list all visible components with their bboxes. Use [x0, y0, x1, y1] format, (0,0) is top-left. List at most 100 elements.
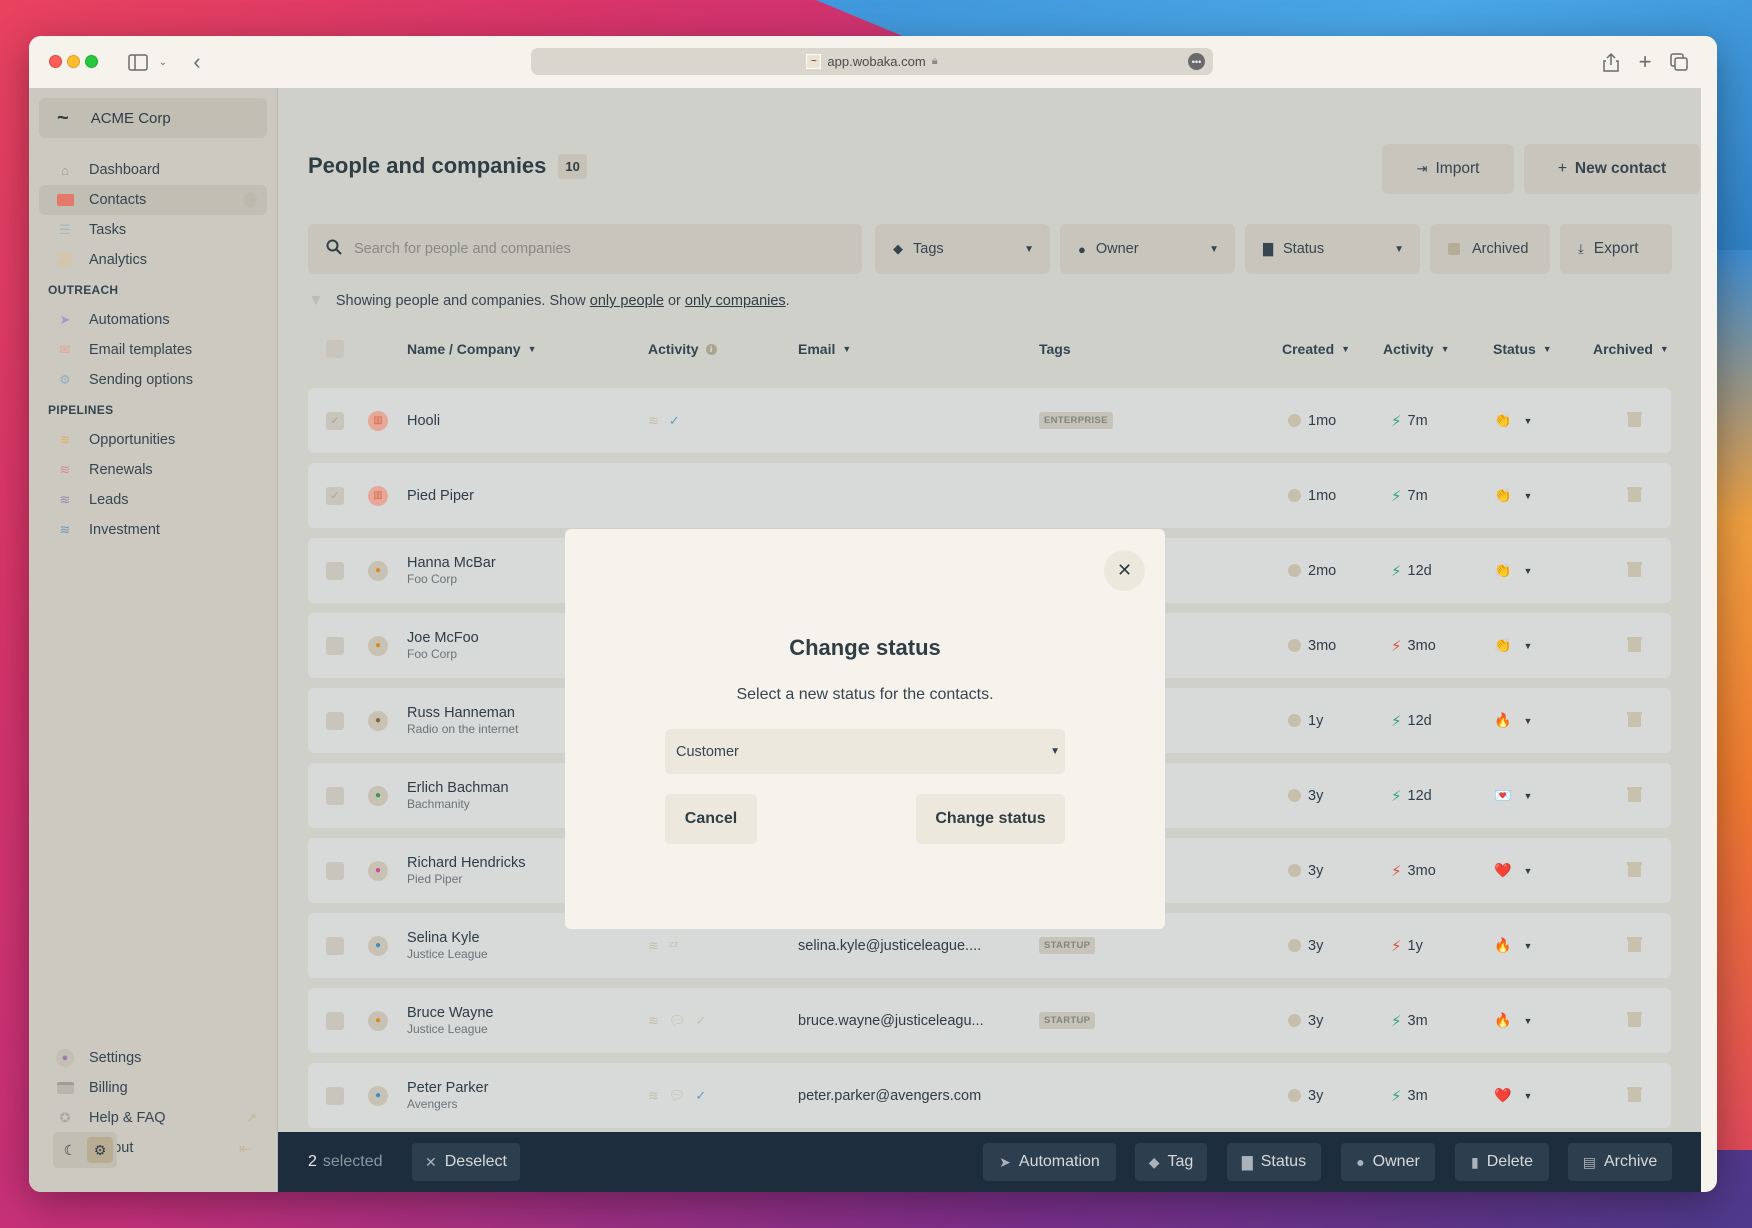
maximize-window-button[interactable]	[85, 55, 98, 68]
minimize-window-button[interactable]	[67, 55, 80, 68]
status-filter[interactable]: ▇ Status ▼	[1245, 224, 1420, 274]
archived-toggle[interactable]: Archived	[1430, 224, 1550, 274]
name-cell[interactable]: Hanna McBar Foo Corp	[407, 538, 496, 603]
archive-icon[interactable]	[1627, 561, 1642, 577]
contact-name[interactable]: Selina Kyle	[407, 930, 488, 946]
row-checkbox[interactable]	[326, 988, 344, 1053]
row-checkbox[interactable]	[326, 613, 344, 678]
unchecked-checkbox[interactable]	[326, 561, 344, 580]
sidebar-item-leads[interactable]: ≋ Leads	[39, 485, 267, 515]
caret-down-icon[interactable]: ▼	[1523, 1016, 1532, 1026]
archive-cell[interactable]	[1627, 388, 1642, 453]
tags-filter[interactable]: ◆ Tags ▼	[875, 224, 1050, 274]
unchecked-checkbox[interactable]	[326, 1086, 344, 1105]
select-all-checkbox[interactable]	[326, 334, 344, 364]
owner-filter[interactable]: ● Owner ▼	[1060, 224, 1235, 274]
sidebar-toggle-icon[interactable]	[127, 50, 149, 74]
archive-cell[interactable]	[1627, 838, 1642, 903]
caret-down-icon[interactable]: ▼	[1523, 716, 1532, 726]
table-row[interactable]: ● Peter Parker Avengers ≋ 💬︎ ✓ peter.parker@av…	[308, 1063, 1671, 1128]
only-people-link[interactable]: only people	[590, 293, 664, 309]
sidebar-item-analytics[interactable]: 📈︎ Analytics	[39, 245, 267, 275]
close-window-button[interactable]	[49, 55, 62, 68]
name-cell[interactable]: Selina Kyle Justice League	[407, 913, 488, 978]
name-cell[interactable]: Joe McFoo Foo Corp	[407, 613, 479, 678]
archived-checkbox[interactable]	[1448, 243, 1460, 255]
share-icon[interactable]	[1601, 50, 1621, 74]
address-bar[interactable]: ~ app.wobaka.com 🔒︎ •••	[531, 48, 1213, 75]
more-icon[interactable]: •••	[1188, 53, 1205, 70]
bulk-automation-button[interactable]: ➤ Automation	[983, 1143, 1116, 1181]
status-cell[interactable]: 💌 ▼	[1494, 763, 1532, 828]
archive-icon[interactable]	[1627, 1086, 1642, 1102]
bulk-owner-button[interactable]: ● Owner	[1341, 1143, 1435, 1181]
unchecked-checkbox[interactable]	[326, 1011, 344, 1030]
contact-name[interactable]: Peter Parker	[407, 1080, 488, 1096]
archive-icon[interactable]	[1627, 786, 1642, 802]
archive-cell[interactable]	[1627, 463, 1642, 528]
row-checkbox[interactable]	[326, 1063, 344, 1128]
close-modal-button[interactable]: ✕	[1104, 550, 1145, 591]
status-cell[interactable]: 👏 ▼	[1494, 538, 1532, 603]
archive-cell[interactable]	[1627, 688, 1642, 753]
contact-name[interactable]: Hanna McBar	[407, 555, 496, 571]
status-cell[interactable]: 👏 ▼	[1494, 613, 1532, 678]
row-checkbox[interactable]	[326, 913, 344, 978]
caret-down-icon[interactable]: ▼	[1523, 491, 1532, 501]
column-last-activity[interactable]: Activity ▼	[1383, 334, 1450, 364]
archive-cell[interactable]	[1627, 1063, 1642, 1128]
contact-name[interactable]: Joe McFoo	[407, 630, 479, 646]
bulk-archive-button[interactable]: ▤ Archive	[1568, 1143, 1672, 1181]
tag-badge[interactable]: STARTUP	[1039, 1012, 1096, 1029]
column-status[interactable]: Status ▼	[1493, 334, 1552, 364]
only-companies-link[interactable]: only companies	[685, 293, 786, 309]
auto-theme-icon[interactable]: ⚙	[87, 1137, 113, 1163]
caret-down-icon[interactable]: ▼	[1523, 866, 1532, 876]
archive-cell[interactable]	[1627, 913, 1642, 978]
archive-icon[interactable]	[1627, 861, 1642, 877]
info-icon[interactable]: i	[705, 343, 717, 355]
archive-cell[interactable]	[1627, 613, 1642, 678]
name-cell[interactable]: Russ Hanneman Radio on the internet	[407, 688, 518, 753]
column-name[interactable]: Name / Company ▼	[407, 334, 537, 364]
status-cell[interactable]: 🔥 ▼	[1494, 688, 1532, 753]
change-status-button[interactable]: Change status	[916, 794, 1065, 844]
row-checkbox[interactable]	[326, 838, 344, 903]
table-row[interactable]: ✓ ▥ Pied Piper 1mo ⚡︎ 7m 👏 ▼	[308, 463, 1671, 528]
archive-icon[interactable]	[1627, 411, 1642, 427]
contact-name[interactable]: Pied Piper	[407, 488, 474, 504]
name-cell[interactable]: Hooli	[407, 388, 440, 453]
column-email[interactable]: Email ▼	[798, 334, 851, 364]
name-cell[interactable]: Erlich Bachman Bachmanity	[407, 763, 509, 828]
row-checkbox[interactable]	[326, 538, 344, 603]
column-archived[interactable]: Archived ▼	[1593, 334, 1669, 364]
row-checkbox[interactable]	[326, 688, 344, 753]
caret-down-icon[interactable]: ▼	[1523, 416, 1532, 426]
bulk-delete-button[interactable]: ▮ Delete	[1455, 1143, 1549, 1181]
tag-badge[interactable]: STARTUP	[1039, 937, 1096, 954]
name-cell[interactable]: Bruce Wayne Justice League	[407, 988, 494, 1053]
bulk-tag-button[interactable]: ◆ Tag	[1135, 1143, 1207, 1181]
contact-name[interactable]: Russ Hanneman	[407, 705, 518, 721]
archive-icon[interactable]	[1627, 636, 1642, 652]
new-contact-button[interactable]: + New contact	[1524, 144, 1700, 194]
archive-icon[interactable]	[1627, 936, 1642, 952]
checked-checkbox[interactable]: ✓	[326, 486, 344, 505]
unchecked-checkbox[interactable]	[326, 786, 344, 805]
contact-name[interactable]: Bruce Wayne	[407, 1005, 494, 1021]
unchecked-checkbox[interactable]	[326, 711, 344, 730]
name-cell[interactable]: Peter Parker Avengers	[407, 1063, 488, 1128]
name-cell[interactable]: Richard Hendricks Pied Piper	[407, 838, 525, 903]
status-cell[interactable]: 👏 ▼	[1494, 463, 1532, 528]
status-cell[interactable]: ❤️ ▼	[1494, 1063, 1532, 1128]
new-tab-icon[interactable]: +	[1635, 49, 1655, 74]
sidebar-item-automations[interactable]: ➤ Automations	[39, 305, 267, 335]
row-checkbox[interactable]: ✓	[326, 463, 344, 528]
search-input[interactable]: Search for people and companies	[308, 224, 862, 274]
unchecked-checkbox[interactable]	[326, 861, 344, 880]
org-switcher[interactable]: ~ ACME Corp	[39, 98, 267, 138]
caret-down-icon[interactable]: ▼	[1523, 791, 1532, 801]
chevron-down-icon[interactable]: ⌄	[157, 50, 169, 74]
status-cell[interactable]: ❤️ ▼	[1494, 838, 1532, 903]
row-checkbox[interactable]	[326, 763, 344, 828]
